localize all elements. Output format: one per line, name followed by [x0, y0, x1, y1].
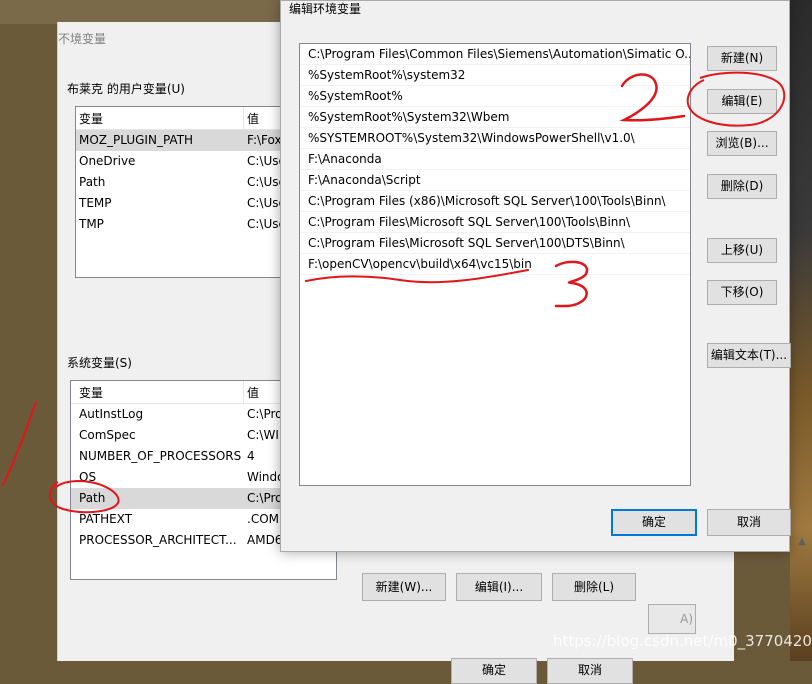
path-entry[interactable]: %SystemRoot%\System32\Wbem — [300, 107, 690, 128]
annotation-1-stroke — [2, 401, 37, 486]
delete-system-variable-button[interactable]: 删除(L) — [552, 573, 636, 601]
system-variables-label: 系统变量(S) — [67, 356, 132, 370]
partial-button[interactable]: A) — [648, 604, 696, 634]
move-up-button[interactable]: 上移(U) — [707, 238, 777, 263]
column-variable[interactable]: 变量 — [79, 110, 103, 127]
dialog-title: 编辑环境变量 — [289, 2, 362, 16]
new-entry-button[interactable]: 新建(N) — [707, 46, 777, 71]
edit-environment-variable-dialog: 编辑环境变量 C:\Program Files\Common Files\Sie… — [280, 0, 791, 552]
path-entry[interactable]: C:\Program Files\Common Files\Siemens\Au… — [300, 44, 690, 65]
dialog-ok-button[interactable]: 确定 — [611, 509, 697, 536]
user-variables-label: 布莱克 的用户变量(U) — [67, 82, 185, 96]
path-entry-opencv[interactable]: F:\openCV\opencv\build\x64\vc15\bin — [300, 254, 690, 275]
path-entry[interactable]: %SystemRoot%\system32 — [300, 65, 690, 86]
path-entry[interactable]: F:\Anaconda — [300, 149, 690, 170]
path-entries-list[interactable]: C:\Program Files\Common Files\Siemens\Au… — [299, 43, 691, 486]
edit-entry-button[interactable]: 编辑(E) — [707, 89, 777, 114]
move-down-button[interactable]: 下移(O) — [707, 280, 777, 305]
path-entry[interactable]: C:\Program Files (x86)\Microsoft SQL Ser… — [300, 191, 690, 212]
delete-entry-button[interactable]: 删除(D) — [707, 174, 777, 199]
window-title: 不境变量 — [58, 32, 107, 46]
column-variable[interactable]: 变量 — [79, 384, 103, 401]
ok-button[interactable]: 确定 — [451, 658, 537, 684]
path-entry[interactable]: F:\Anaconda\Script — [300, 170, 690, 191]
edit-text-button[interactable]: 编辑文本(T)... — [707, 343, 791, 368]
column-value[interactable]: 值 — [247, 384, 259, 401]
path-entry[interactable]: %SYSTEMROOT%\System32\WindowsPowerShell\… — [300, 128, 690, 149]
desktop-background-right — [790, 0, 812, 661]
column-value[interactable]: 值 — [247, 110, 259, 127]
browse-button[interactable]: 浏览(B)... — [707, 131, 777, 156]
path-entry[interactable]: %SystemRoot% — [300, 86, 690, 107]
dialog-cancel-button[interactable]: 取消 — [707, 509, 791, 536]
scroll-up-arrow-icon[interactable]: ▲ — [795, 536, 809, 550]
watermark-text: https://blog.csdn.net/m0_37704205 — [553, 632, 812, 650]
path-entry[interactable]: C:\Program Files\Microsoft SQL Server\10… — [300, 233, 690, 254]
new-system-variable-button[interactable]: 新建(W)... — [362, 573, 446, 601]
edit-system-variable-button[interactable]: 编辑(I)... — [456, 573, 542, 601]
cancel-button[interactable]: 取消 — [547, 658, 633, 684]
path-entry[interactable]: C:\Program Files\Microsoft SQL Server\10… — [300, 212, 690, 233]
